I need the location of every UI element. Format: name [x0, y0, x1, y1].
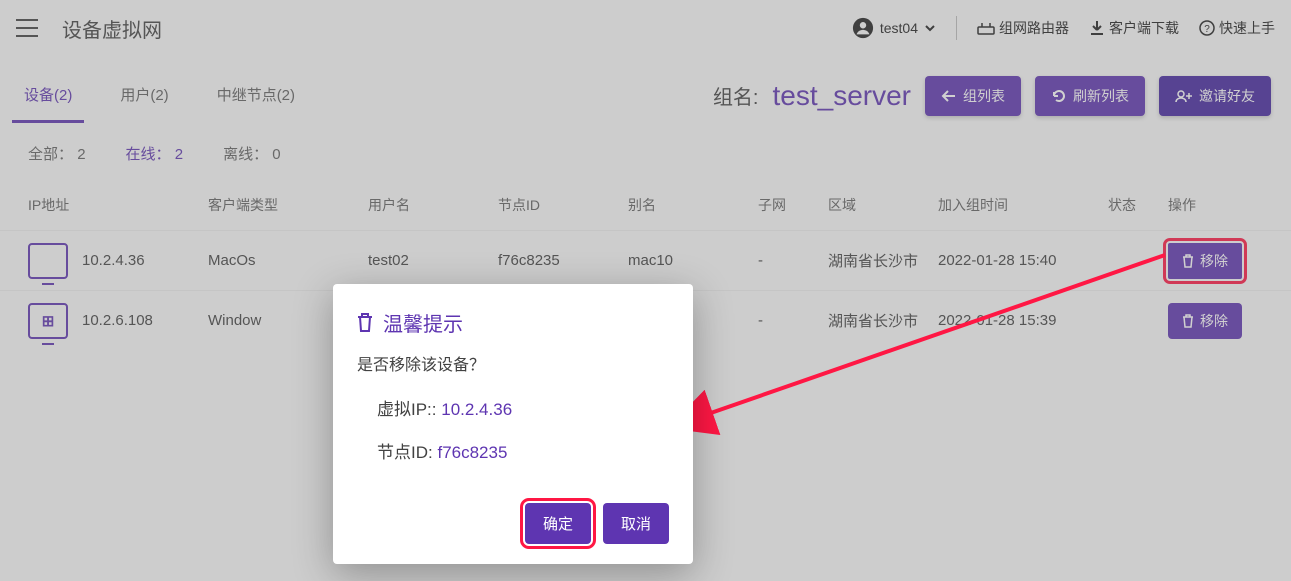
trash-icon	[357, 313, 373, 333]
confirm-dialog: 温馨提示 是否移除该设备？ 虚拟IP:: 10.2.4.36 节点ID: f76…	[333, 284, 693, 564]
dialog-ip-row: 虚拟IP:: 10.2.4.36	[377, 395, 669, 420]
dialog-node-row: 节点ID: f76c8235	[377, 438, 669, 463]
confirm-button[interactable]: 确定	[525, 503, 591, 544]
dialog-question: 是否移除该设备？	[357, 351, 669, 375]
dialog-title-text: 温馨提示	[383, 308, 463, 337]
cancel-button[interactable]: 取消	[603, 503, 669, 544]
